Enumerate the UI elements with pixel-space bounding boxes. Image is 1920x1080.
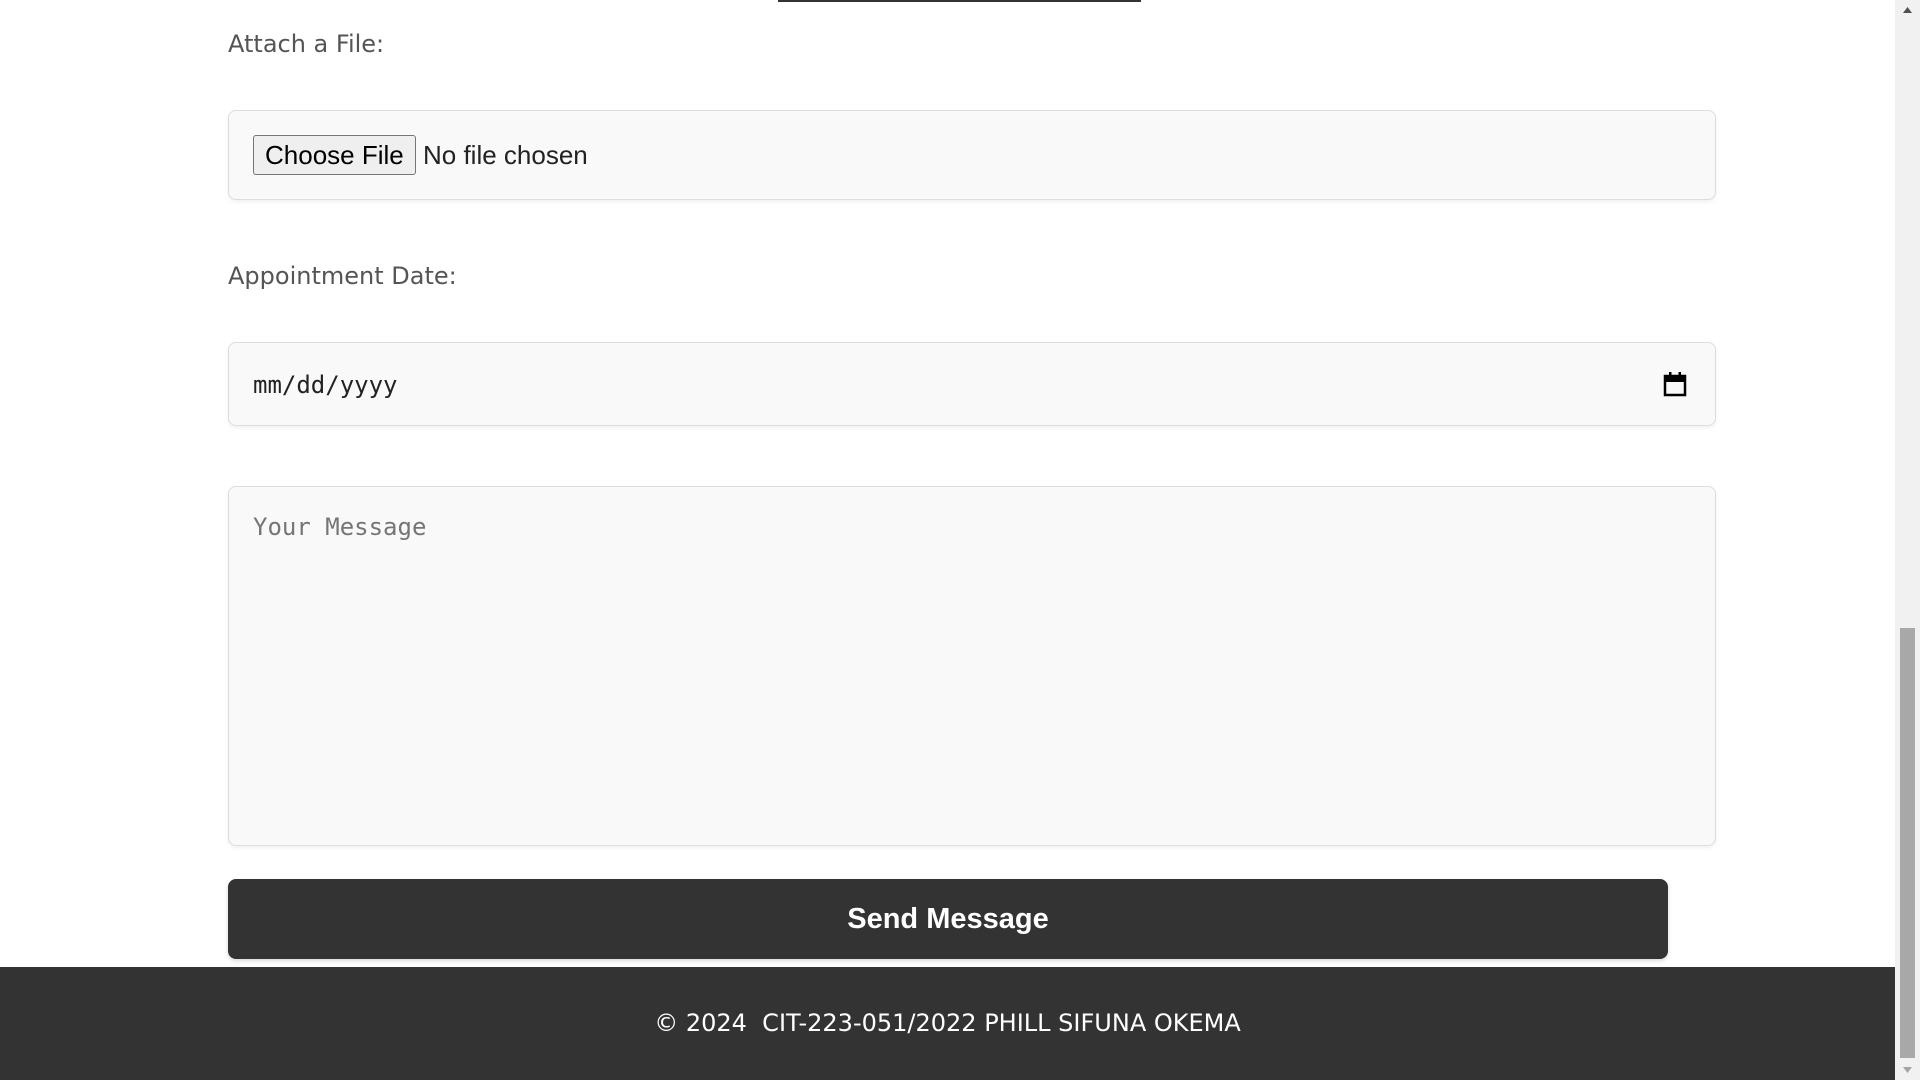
- appointment-date-input[interactable]: mm/dd/yyyy: [228, 342, 1716, 426]
- page-viewport: Attach a File: Choose File No file chose…: [0, 0, 1895, 1080]
- calendar-icon[interactable]: [1663, 371, 1687, 397]
- attach-file-label: Attach a File:: [228, 30, 385, 58]
- message-textarea[interactable]: Your Message: [228, 486, 1716, 846]
- scroll-down-arrow-icon[interactable]: [1895, 1060, 1920, 1080]
- vertical-scrollbar[interactable]: [1895, 0, 1920, 1080]
- file-input-field: Choose File No file chosen: [228, 110, 1716, 200]
- scroll-up-arrow-icon[interactable]: [1895, 0, 1920, 20]
- scrollbar-thumb[interactable]: [1900, 628, 1915, 1058]
- no-file-chosen-text: No file chosen: [423, 140, 588, 170]
- footer-copyright-text: © 2024 CIT-223-051/2022 PHILL SIFUNA OKE…: [654, 1009, 1241, 1037]
- date-placeholder-text: mm/dd/yyyy: [253, 371, 398, 399]
- appointment-date-label: Appointment Date:: [228, 262, 457, 290]
- send-message-button[interactable]: Send Message: [228, 879, 1668, 959]
- message-placeholder-text: Your Message: [253, 513, 427, 541]
- choose-file-button[interactable]: Choose File: [253, 135, 416, 175]
- site-footer: © 2024 CIT-223-051/2022 PHILL SIFUNA OKE…: [0, 967, 1895, 1080]
- top-divider: [778, 0, 1141, 2]
